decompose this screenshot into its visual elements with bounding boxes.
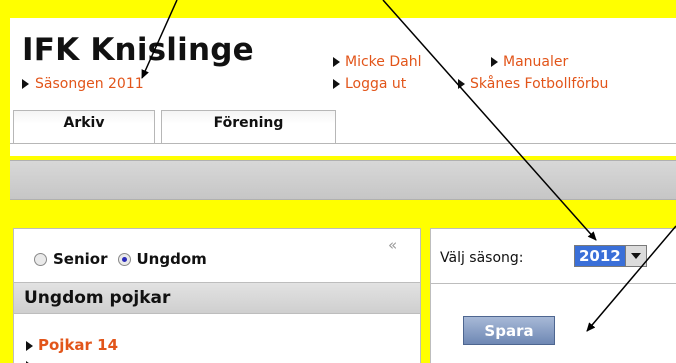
tab-forening-label: Förening [213, 115, 284, 131]
federation-link[interactable]: Skånes Fotbollförbu [458, 76, 608, 92]
list-item-label: Pojkar 14 [38, 336, 119, 354]
submenu-bar [10, 160, 676, 200]
logout-link[interactable]: Logga ut [333, 76, 406, 92]
arrow-bullet-icon [26, 341, 33, 351]
tab-forening[interactable]: Förening [161, 110, 336, 143]
collapse-icon[interactable]: « [388, 236, 397, 254]
season-select-value: 2012 [575, 246, 625, 266]
ungdom-radio-label: Ungdom [136, 250, 207, 268]
user-link-label: Micke Dahl [345, 54, 422, 70]
senior-radio-label: Senior [53, 250, 108, 268]
tab-arkiv-label: Arkiv [63, 115, 105, 131]
list-item-cut[interactable] [26, 356, 38, 363]
user-link[interactable]: Micke Dahl [333, 54, 421, 70]
season-link[interactable]: Säsongen 2011 [22, 76, 144, 92]
season-select-label: Välj säsong: [440, 250, 524, 266]
category-radio-group: Senior Ungdom [34, 250, 207, 268]
arrow-bullet-icon [22, 79, 29, 89]
chevron-down-icon[interactable] [624, 246, 646, 266]
season-link-label: Säsongen 2011 [35, 76, 144, 92]
arrow-bullet-icon [333, 57, 340, 67]
manuals-link[interactable]: Manualer [491, 54, 568, 70]
arrow-bullet-icon [458, 79, 465, 89]
senior-radio[interactable] [34, 252, 47, 266]
save-button[interactable]: Spara [463, 316, 555, 345]
logout-link-label: Logga ut [345, 76, 407, 92]
page-title: IFK Knislinge [22, 32, 254, 68]
arrow-bullet-icon [333, 79, 340, 89]
section-header: Ungdom pojkar [14, 282, 420, 314]
tab-baseline [10, 143, 676, 156]
federation-link-label: Skånes Fotbollförbu [470, 76, 609, 92]
tab-arkiv[interactable]: Arkiv [13, 110, 155, 143]
arrow-bullet-icon [491, 57, 498, 67]
list-item[interactable]: Pojkar 14 [26, 336, 118, 354]
manuals-link-label: Manualer [503, 54, 569, 70]
ungdom-radio[interactable] [117, 252, 131, 266]
season-select[interactable]: 2012 [574, 245, 647, 267]
